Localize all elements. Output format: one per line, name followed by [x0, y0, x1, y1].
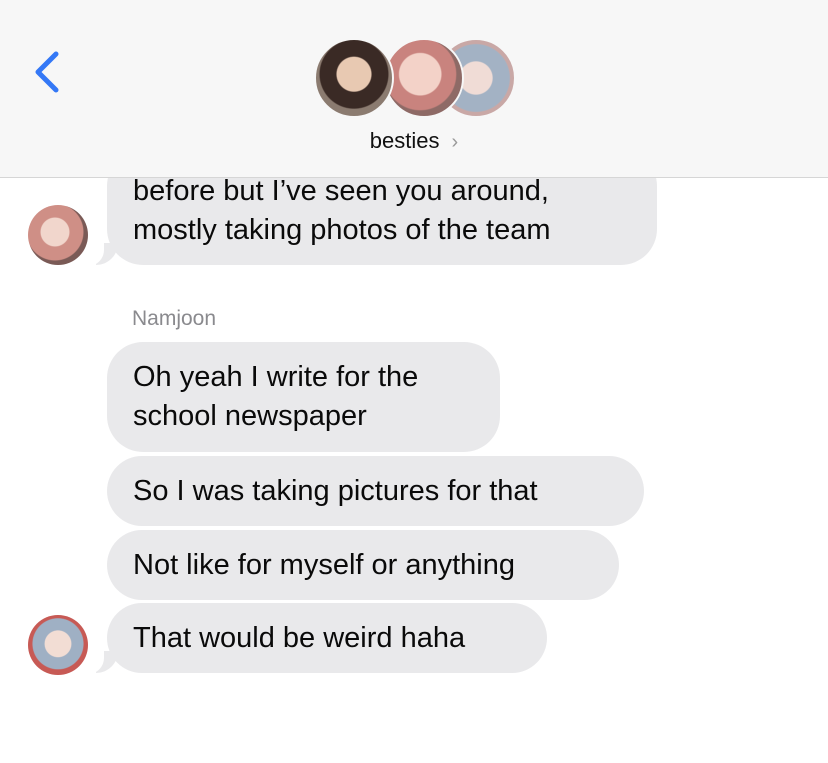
back-button[interactable] [28, 48, 68, 96]
member-avatar [314, 38, 394, 118]
message-bubble[interactable]: Oh yeah I write for the school newspaper [107, 342, 500, 452]
sender-avatar[interactable] [28, 205, 88, 265]
group-avatars[interactable] [314, 38, 516, 120]
conversation-header: besties › [0, 0, 828, 178]
chevron-left-icon [35, 51, 59, 93]
message-text-line: Oh yeah I write for the [133, 361, 419, 393]
group-name: besties [369, 128, 440, 153]
sender-name: Namjoon [132, 307, 217, 330]
member-avatar [384, 38, 464, 118]
group-name-button[interactable]: besties › [0, 128, 828, 154]
message-text: So I was taking pictures for that [133, 475, 538, 507]
message-text-line: school newspaper [133, 400, 367, 432]
chevron-right-icon: › [451, 131, 459, 153]
message-text: Not like for myself or anything [133, 549, 515, 581]
sender-avatar[interactable] [28, 615, 88, 675]
message-bubble[interactable]: That would be weird haha [107, 603, 547, 673]
message-text: That would be weird haha [133, 622, 466, 654]
message-bubble[interactable]: So I was taking pictures for that [107, 456, 644, 526]
message-bubble[interactable]: Not like for myself or anything [107, 530, 619, 600]
message-text-line: mostly taking photos of the team [133, 214, 551, 246]
